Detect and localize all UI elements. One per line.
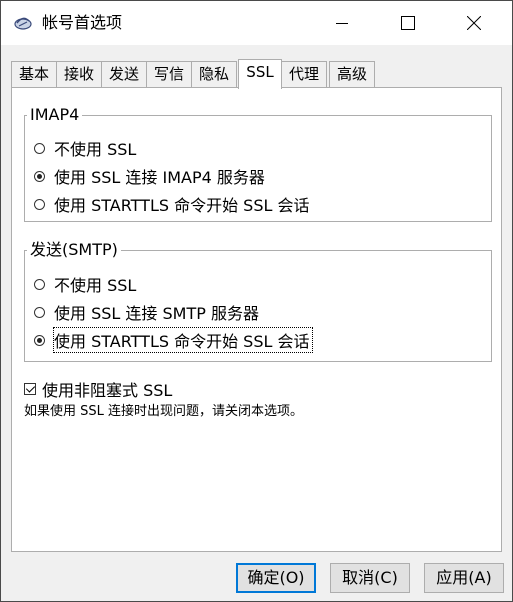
radio-icon[interactable] [34,142,45,154]
imap-groupbox: IMAP4 不使用 SSL 使用 SSL 连接 IMAP4 服务器 使用 STA… [24,105,492,222]
tab-privacy[interactable]: 隐私 [191,61,237,88]
smtp-option-no-ssl[interactable]: 不使用 SSL [34,272,136,296]
mail-app-icon [14,17,32,30]
radio-icon[interactable] [34,306,45,318]
tab-compose[interactable]: 写信 [146,61,192,88]
ok-button[interactable]: 确定(O) [236,563,316,593]
radio-icon[interactable] [34,278,45,290]
minimize-icon [336,23,348,24]
imap-option-starttls[interactable]: 使用 STARTTLS 命令开始 SSL 会话 [34,192,310,216]
checkbox-label: 使用非阻塞式 SSL [42,381,173,400]
apply-button[interactable]: 应用(A) [424,563,504,593]
minimize-button[interactable] [319,1,365,45]
option-label: 使用 SSL 连接 IMAP4 服务器 [54,168,265,187]
title-bar[interactable]: 帐号首选项 [1,1,512,45]
smtp-group-label: 发送(SMTP) [27,240,121,260]
radio-icon[interactable] [34,198,45,210]
non-blocking-ssl-hint: 如果使用 SSL 连接时出现问题，请关闭本选项。 [24,404,304,419]
window-title: 帐号首选项 [42,13,123,32]
tab-basic[interactable]: 基本 [11,61,57,88]
radio-selected-icon[interactable] [34,334,45,346]
option-label: 不使用 SSL [54,276,137,295]
option-label: 使用 SSL 连接 SMTP 服务器 [54,304,259,323]
tab-ssl[interactable]: SSL [238,59,282,89]
cancel-button[interactable]: 取消(C) [330,563,410,593]
close-icon [467,16,481,30]
close-button[interactable] [451,1,497,45]
imap-option-ssl-connect[interactable]: 使用 SSL 连接 IMAP4 服务器 [34,164,265,188]
radio-selected-icon[interactable] [34,170,45,182]
tab-strip: 基本 接收 发送 写信 隐私 SSL 代理 高级 [11,59,501,89]
tab-send[interactable]: 发送 [101,61,147,88]
option-label: 不使用 SSL [54,140,137,159]
tab-receive[interactable]: 接收 [56,61,102,88]
ssl-tab-panel: IMAP4 不使用 SSL 使用 SSL 连接 IMAP4 服务器 使用 STA… [11,87,502,552]
smtp-option-ssl-connect[interactable]: 使用 SSL 连接 SMTP 服务器 [34,300,259,324]
maximize-button[interactable] [385,1,431,45]
non-blocking-ssl-checkbox[interactable]: 使用非阻塞式 SSL [24,377,172,401]
tab-proxy[interactable]: 代理 [281,61,327,88]
preferences-window: 帐号首选项 基本 接收 发送 写信 隐私 SSL 代理 高级 IMAP4 不使用… [0,0,513,602]
smtp-groupbox: 发送(SMTP) 不使用 SSL 使用 SSL 连接 SMTP 服务器 使用 S… [24,240,492,362]
smtp-option-starttls[interactable]: 使用 STARTTLS 命令开始 SSL 会话 [34,327,313,353]
option-label: 使用 STARTTLS 命令开始 SSL 会话 [53,327,313,353]
checkbox-checked-icon[interactable] [24,383,36,395]
option-label: 使用 STARTTLS 命令开始 SSL 会话 [54,196,310,215]
maximize-icon [401,16,415,30]
imap-option-no-ssl[interactable]: 不使用 SSL [34,136,136,160]
tab-advanced[interactable]: 高级 [329,61,375,88]
imap-group-label: IMAP4 [27,105,83,125]
